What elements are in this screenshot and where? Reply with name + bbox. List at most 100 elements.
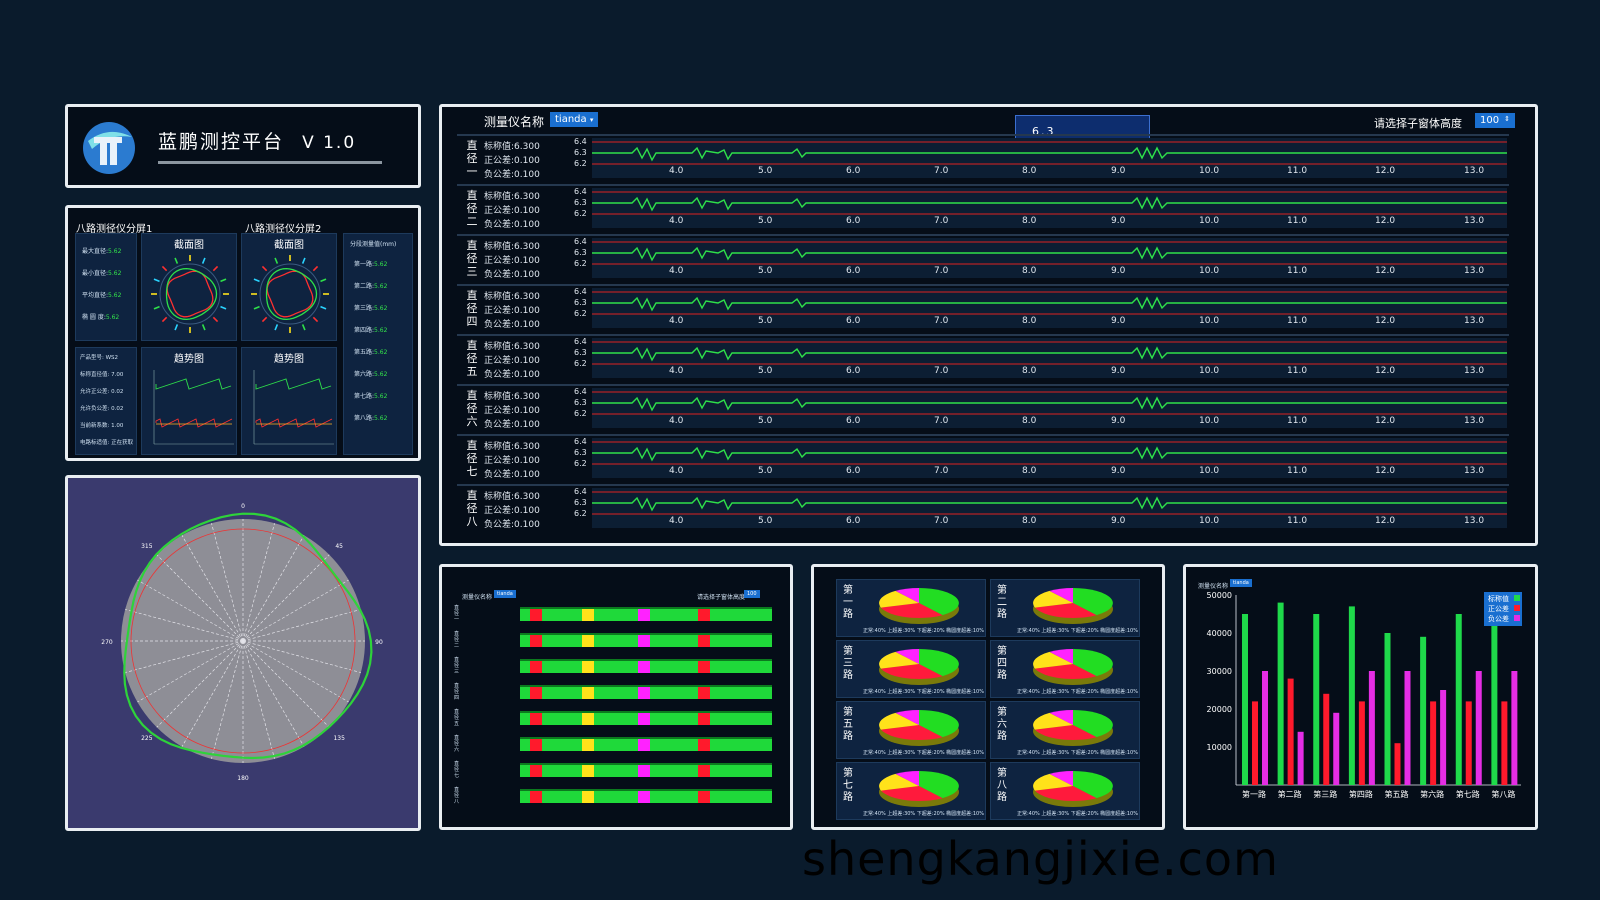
chevron-down-icon: ▾: [589, 116, 594, 124]
row-plot-svg: [592, 491, 1507, 515]
row-name: 直径三: [466, 239, 478, 278]
measure-label: 第七路:: [354, 393, 375, 400]
product-info-box: 产品型号: WS2 标称直径值: 7.00 允许正公差: 0.02 允许负公差: 0.…: [75, 347, 137, 455]
mini-tolerance-segment: [698, 687, 710, 699]
x-tick-label: 4.0: [669, 366, 684, 376]
x-tick-label: 5.0: [758, 366, 773, 376]
pie-legend: 正常:40% 上超差:30% 下超差:20% 椭圆度超差:10%: [863, 811, 984, 817]
y-tick-label: 6.3: [574, 298, 587, 307]
row-plus: 正公差:0.100: [484, 356, 540, 366]
section-probe-mark: [220, 278, 227, 283]
mini-tolerance-segment: [638, 713, 650, 725]
height-select[interactable]: 100 ⇕: [1475, 113, 1515, 128]
x-tick-label: 10.0: [1199, 466, 1220, 476]
measure-label: 第一路:: [354, 261, 375, 268]
x-tick-label: 9.0: [1111, 366, 1126, 376]
bar-0-6: [1455, 614, 1462, 785]
bar-0-0: [1242, 614, 1248, 785]
bar-legend-label: 标称值: [1488, 594, 1509, 603]
mini-tolerance-segment: [530, 765, 542, 777]
section-probe-mark: [212, 265, 219, 272]
pie-legend: 正常:40% 上超差:30% 下超差:20% 椭圆度超差:10%: [1017, 811, 1138, 817]
y-tick-label: 6.3: [574, 198, 587, 207]
section-probe-mark: [320, 305, 327, 310]
x-tick-label: 6.0: [846, 216, 861, 226]
mini-row-name: 直径六: [454, 735, 460, 753]
y-tick-label: 6.4: [574, 337, 587, 346]
x-tick-label: 9.0: [1111, 416, 1126, 426]
instrument-select[interactable]: tianda ▾: [550, 112, 599, 127]
pie-cell: 第八路 正常:40% 上超差:30% 下超差:20% 椭圆度超差:10%: [990, 762, 1140, 820]
mini-tolerance-segment: [582, 609, 594, 621]
row-nominal: 标称值:6.300: [484, 142, 540, 152]
mini-tolerance-segment: [530, 609, 542, 621]
section-probe-mark: [301, 324, 306, 331]
x-tick-label: 10.0: [1199, 416, 1220, 426]
diameter-trace: [592, 296, 1507, 312]
bar-1-3: [1358, 701, 1365, 785]
bar-instrument-label: 测量仪名称: [1198, 583, 1229, 590]
polar-diagram: 0 45 90 135 180 225 270 315: [101, 503, 383, 782]
row-name: 直径五: [466, 339, 478, 378]
polar-angle-label: 225: [141, 735, 153, 742]
product-info-item: 当前新系数: 1.00: [80, 423, 124, 429]
mini-tolerance-bar: [520, 685, 772, 699]
measure-label: 第六路:: [354, 371, 375, 378]
x-tick-label: 12.0: [1375, 166, 1396, 176]
pie-cell: 第七路 正常:40% 上超差:30% 下超差:20% 椭圆度超差:10%: [836, 762, 986, 820]
measure-value: 5.62: [374, 327, 388, 334]
bar-instrument-select[interactable]: tianda: [1230, 579, 1252, 587]
x-tick-label: 12.0: [1375, 216, 1396, 226]
bar-0-3: [1348, 606, 1355, 785]
x-tick-label: 12.0: [1375, 316, 1396, 326]
product-info-item: 标称直径值: 7.00: [80, 372, 124, 378]
mini-tolerance-segment: [698, 765, 710, 777]
x-tick-label: 10.0: [1199, 216, 1220, 226]
x-tick-label: 9.0: [1111, 266, 1126, 276]
polar-panel: 0 45 90 135 180 225 270 315: [65, 475, 421, 831]
mini-tolerance-segment: [698, 635, 710, 647]
row-plot-svg: [592, 241, 1507, 265]
bar-legend-label: 正公差: [1488, 604, 1509, 613]
mini-row-name: 直径七: [454, 761, 460, 779]
stat-item: 最小直径:5.62: [82, 268, 121, 277]
row-plot: [592, 388, 1507, 428]
mini-tolerance-panel: 测量仪名称 tianda 请选择子窗体高度 100 直径一 直径二 直径三 直径四 直径…: [439, 564, 793, 830]
pie-legend: 正常:40% 上超差:30% 下超差:20% 椭圆度超差:10%: [1017, 689, 1138, 695]
x-tick-label: 8.0: [1022, 266, 1037, 276]
x-tick-label: 10.0: [1199, 166, 1220, 176]
mini-tolerance-segment: [582, 713, 594, 725]
product-info-item: 电路标适值: 正在获取: [80, 440, 134, 446]
x-tick-label: 8.0: [1022, 516, 1037, 526]
mini-tolerance-segment: [698, 713, 710, 725]
y-tick-label: 6.4: [574, 487, 587, 496]
bar-legend-swatch: [1514, 615, 1520, 621]
row-plot: [592, 138, 1507, 178]
section-probe-mark: [261, 265, 268, 272]
mini-tolerance-segment: [638, 765, 650, 777]
mini-instrument-select[interactable]: tianda: [494, 590, 516, 598]
y-tick-label: 6.3: [574, 348, 587, 357]
app-version: V 1.0: [302, 133, 357, 153]
x-tick-label: 4.0: [669, 466, 684, 476]
x-tick-label: 12.0: [1375, 266, 1396, 276]
mini-height-select[interactable]: 100: [744, 590, 760, 598]
trend-view-1: 趋势图: [141, 347, 237, 455]
x-tick-label: 7.0: [934, 216, 949, 226]
measure-label: 第三路:: [354, 305, 375, 312]
x-tick-label: 10.0: [1199, 366, 1220, 376]
diameter-trace: [592, 146, 1507, 162]
mini-tolerance-segment: [638, 687, 650, 699]
bar-y-tick: 20000: [1207, 705, 1232, 714]
x-tick-label: 6.0: [846, 266, 861, 276]
x-tick-label: 11.0: [1287, 416, 1308, 426]
diameter-row: 直径一 标称值:6.300 正公差:0.100 负公差:0.100 6.4 6.3 6.2 4…: [457, 134, 1509, 182]
measure-label: 第四路:: [354, 327, 375, 334]
stat-item: 最大直径:5.62: [82, 246, 121, 255]
row-minus: 负公差:0.100: [484, 320, 540, 330]
bar-0-2: [1313, 614, 1320, 785]
y-tick-label: 6.2: [574, 159, 587, 168]
pie-cell: 第三路 正常:40% 上超差:30% 下超差:20% 椭圆度超差:10%: [836, 640, 986, 698]
diameter-trace: [592, 396, 1507, 412]
stat-value: 5.62: [108, 270, 122, 277]
